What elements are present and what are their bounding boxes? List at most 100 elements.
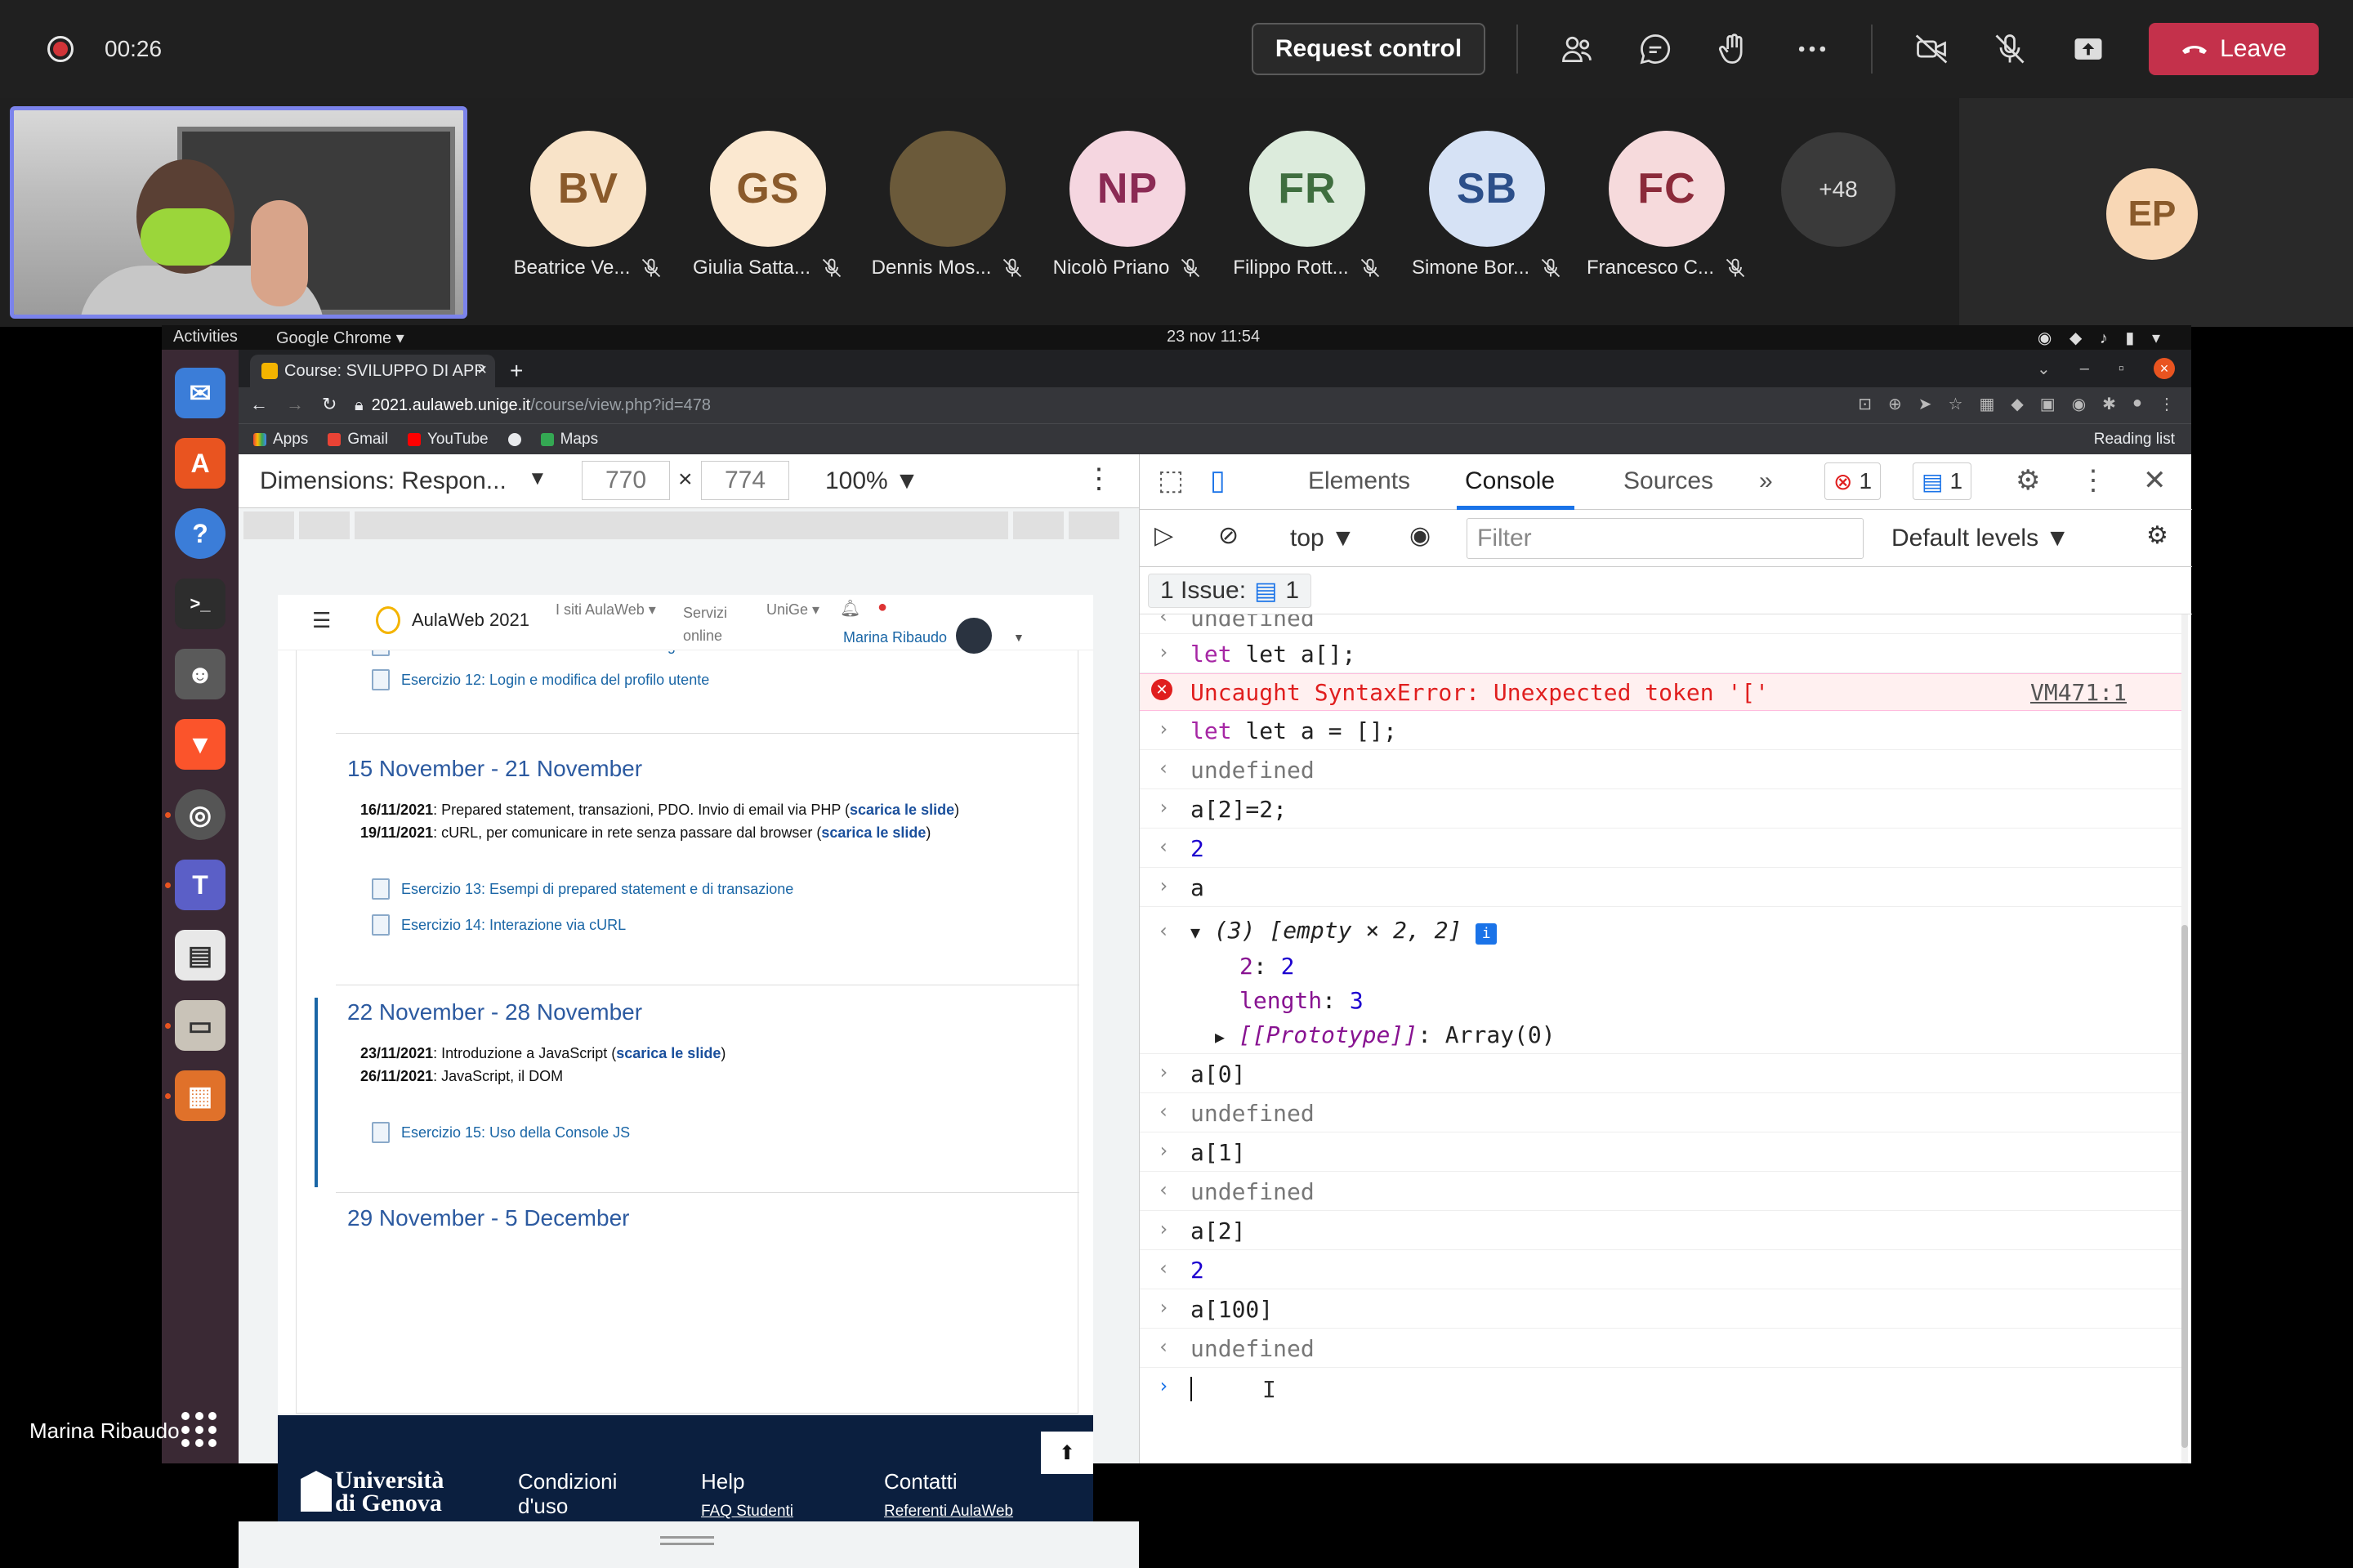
participant-tile[interactable]: FR Filippo Rott... [1226,131,1389,279]
device-options-icon[interactable]: ⋮ [1085,462,1113,495]
slides-link[interactable]: scarica le slide [821,824,926,841]
user-menu[interactable]: Marina Ribaudo [843,629,947,646]
back-icon[interactable]: ← [250,394,268,415]
error-count-badge[interactable]: ⊗ 1 [1824,462,1882,500]
people-icon[interactable] [1557,29,1596,69]
console-scrollbar[interactable] [2181,614,2188,1463]
issues-button[interactable]: 1 Issue: ▤ 1 [1148,574,1312,608]
height-input[interactable]: 774 [701,461,789,500]
activities-button[interactable]: Activities [173,328,238,346]
terminal-icon[interactable]: >_ [175,579,225,629]
participant-tile[interactable]: GS Giulia Satta... [686,131,850,279]
camera-off-icon[interactable] [1912,29,1951,69]
levels-select[interactable]: Default levels ▼ [1891,525,2069,552]
bookmark-apps[interactable]: Apps [253,431,308,449]
context-select[interactable]: top ▼ [1290,525,1355,552]
request-control-button[interactable]: Request control [1252,23,1485,75]
zoom-select[interactable]: 100% ▼ [825,467,919,495]
clear-console-icon[interactable]: ⊘ [1218,521,1239,550]
resize-handle[interactable] [239,1521,1139,1568]
site-brand[interactable]: AulaWeb 2021 [412,610,529,631]
width-input[interactable]: 770 [582,461,670,500]
help-icon[interactable]: ? [175,508,225,559]
browser-tab[interactable]: Course: SVILUPPO DI APP × [250,355,495,387]
minimize-icon[interactable]: – [2080,360,2089,378]
avatar[interactable] [956,618,992,654]
chat-icon[interactable] [1636,29,1675,69]
leave-button[interactable]: Leave [2149,23,2319,75]
more-options-icon[interactable]: ⋮ [2079,464,2107,497]
filter-input[interactable]: Filter [1467,518,1864,559]
exercise-link[interactable]: Esercizio 13: Esempi di prepared stateme… [372,878,793,900]
console-settings-icon[interactable]: ⚙ [2146,521,2168,550]
participant-tile[interactable]: Dennis Mos... [866,131,1029,279]
close-devtools-icon[interactable]: ✕ [2143,464,2167,497]
url-field[interactable]: 🔒︎ 2021.aulaweb.unige.it/course/view.php… [355,392,2038,418]
week-title[interactable]: 29 November - 5 December [347,1205,629,1231]
raise-hand-icon[interactable] [1714,29,1753,69]
thunderbird-icon[interactable]: ✉ [175,368,225,418]
show-apps-icon[interactable] [181,1412,217,1448]
extension-icons[interactable]: ⊡ ⊕ ➤ ☆ ▦ ◆ ▣ ◉ ✱ ● ⋮ [1858,394,2175,414]
document-viewer-icon[interactable]: ▤ [175,930,225,981]
avatar[interactable]: EP [2106,168,2198,260]
reading-list[interactable]: Reading list [2094,431,2175,449]
error-source-link[interactable]: VM471:1 [2030,679,2127,706]
back-to-top-button[interactable]: ⬆ [1041,1432,1093,1474]
gimp-icon[interactable]: ☻ [175,649,225,699]
more-tabs-icon[interactable]: » [1759,467,1773,495]
brave-icon[interactable]: ▼ [175,719,225,770]
reload-icon[interactable]: ↻ [322,394,337,415]
teams-icon[interactable]: T [175,860,225,910]
participant-tile[interactable]: SB Simone Bor... [1405,131,1569,279]
console-output[interactable]: ‹ undefined › let let a[]; ✕ Uncaught Synta… [1140,614,2192,1463]
exercise-link[interactable]: Esercizio 15: Uso della Console JS [372,1122,630,1143]
share-screen-icon[interactable] [2069,29,2108,69]
nav-unige[interactable]: UniGe ▾ [766,601,819,619]
impress-icon[interactable]: ▦ [175,1070,225,1121]
participant-tile[interactable]: NP Nicolò Priano [1046,131,1209,279]
device-toggle-icon[interactable]: ▯ [1210,464,1226,497]
maximize-icon[interactable]: ▫ [2119,360,2124,378]
settings-icon[interactable]: ⚙ [2016,464,2040,497]
chrome-icon[interactable]: ◎ [175,789,225,840]
inspect-icon[interactable]: ⬚ [1158,464,1184,497]
software-center-icon[interactable]: A [175,438,225,489]
bookmark-youtube[interactable]: YouTube [407,431,489,449]
bookmark-gmail[interactable]: Gmail [328,431,388,449]
more-options-icon[interactable] [1793,29,1832,69]
bookmark-globe[interactable] [507,432,521,446]
footer-terms[interactable]: Condizioni d'uso [518,1469,617,1518]
system-tray-icons[interactable]: ◉ ◆ ♪ ▮ ▾ [2038,328,2167,348]
sidebar-toggle-icon[interactable]: ▷ [1154,521,1173,550]
nav-siti-aulaweb[interactable]: I siti AulaWeb ▾ [556,601,656,619]
message-count-badge[interactable]: ▤ 1 [1913,462,1972,500]
close-tab-icon[interactable]: × [477,361,487,380]
slides-link[interactable]: scarica le slide [616,1045,721,1061]
hamburger-icon[interactable]: ☰ [312,608,331,633]
slides-link[interactable]: scarica le slide [850,802,954,818]
nav-servizi-online[interactable]: Servizi online [683,601,727,647]
dimensions-select[interactable]: Dimensions: Respon... [260,467,507,495]
new-tab-icon[interactable]: + [510,358,523,384]
forward-icon[interactable]: → [286,394,304,415]
files-icon[interactable]: ▭ [175,1000,225,1051]
messages-icon[interactable]: ● [877,598,887,617]
tab-search-icon[interactable]: ⌄ [2037,359,2051,379]
more-participants[interactable]: +48 [1781,132,1895,247]
week-title[interactable]: 22 November - 28 November [347,999,642,1025]
close-window-icon[interactable]: × [2154,358,2175,379]
tab-console[interactable]: Console [1465,467,1555,495]
participant-tile[interactable]: BV Beatrice Ve... [507,131,670,279]
presenter-video[interactable] [10,106,467,319]
clock[interactable]: 23 nov 11:54 [1167,328,1260,346]
bell-icon[interactable]: 🔔︎ [840,598,860,619]
university-logo[interactable]: Università di Genova [335,1468,444,1516]
faq-link[interactable]: FAQ Studenti [701,1503,793,1521]
bookmark-maps[interactable]: Maps [540,431,598,449]
exercise-link[interactable]: Esercizio 14: Interazione via cURL [372,914,626,936]
tab-sources[interactable]: Sources [1623,467,1713,495]
mic-off-icon[interactable] [1990,29,2029,69]
referenti-link[interactable]: Referenti AulaWeb [884,1503,1013,1521]
chevron-down-icon[interactable]: ▼ [1013,631,1025,644]
